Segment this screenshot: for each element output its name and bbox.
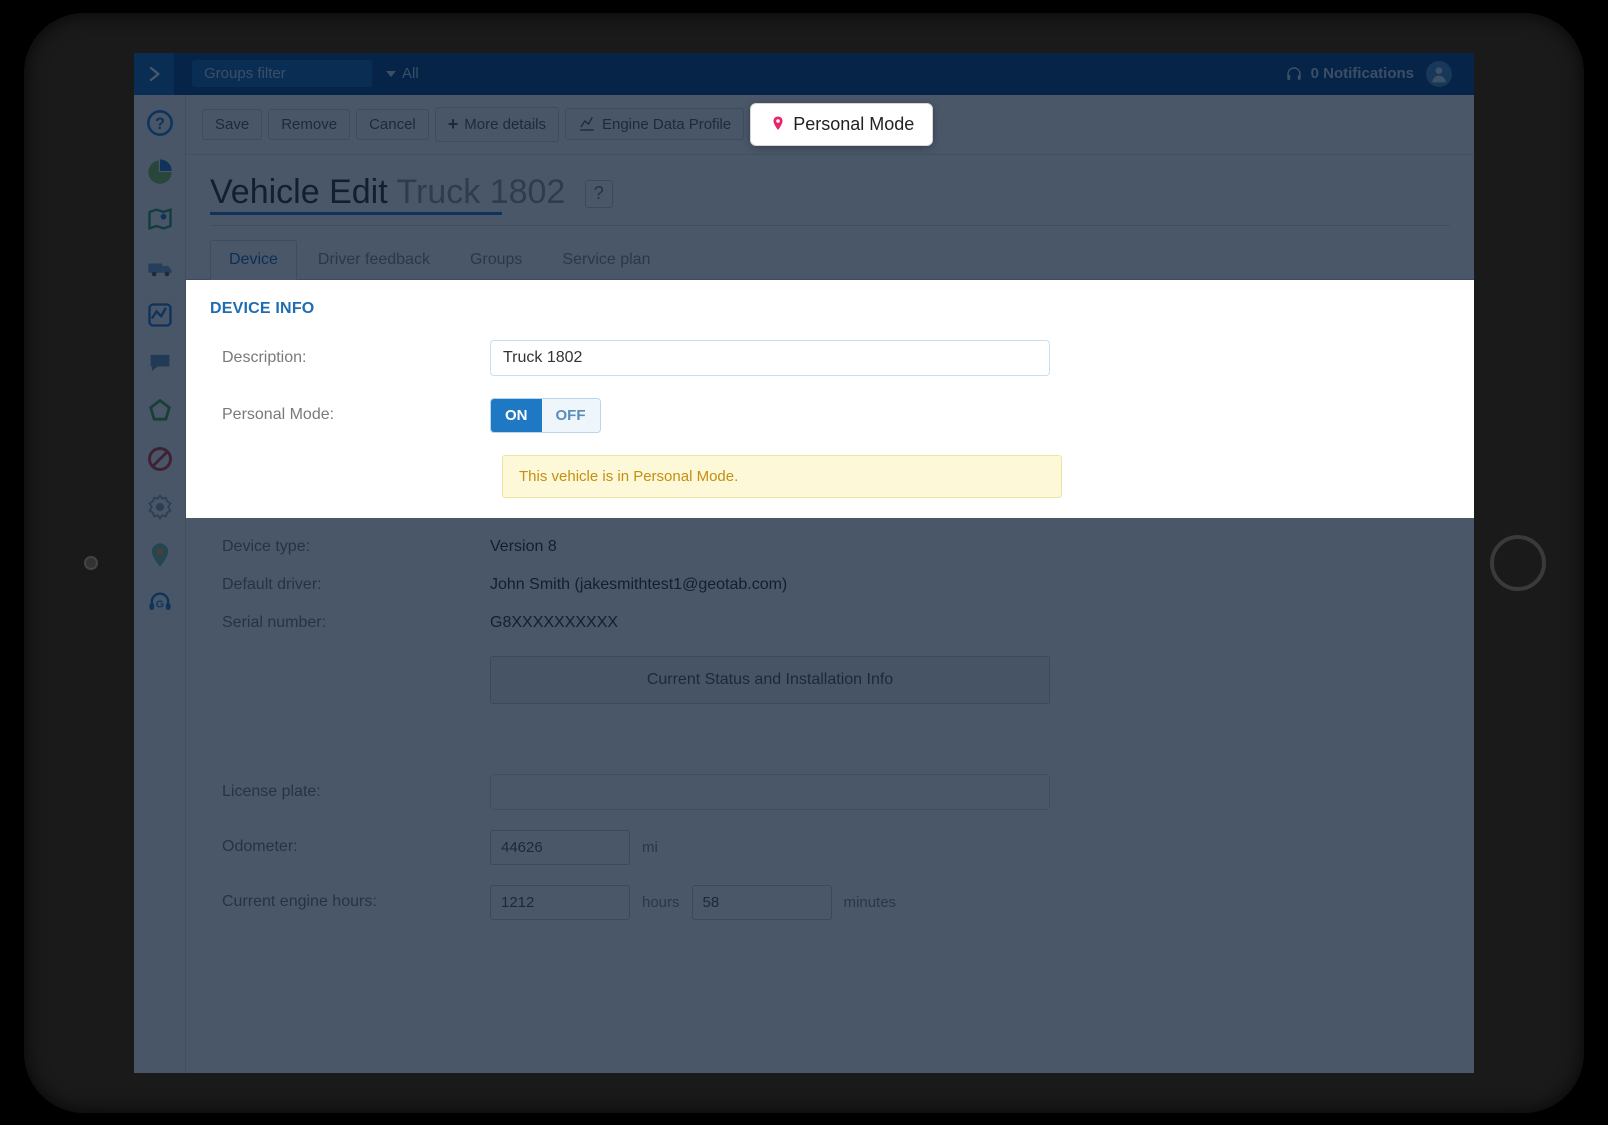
- tab-service-plan[interactable]: Service plan: [543, 240, 669, 280]
- chat-icon: [146, 349, 174, 377]
- tab-device[interactable]: Device: [210, 240, 297, 280]
- personal-mode-button[interactable]: Personal Mode: [750, 103, 933, 146]
- personal-mode-label: Personal Mode:: [210, 406, 490, 424]
- headset-g-icon: G: [146, 589, 174, 617]
- notifications-label: 0 Notifications: [1311, 65, 1414, 82]
- personal-mode-toggle[interactable]: ON OFF: [490, 398, 601, 433]
- device-type-value: Version 8: [490, 538, 557, 556]
- license-plate-label: License plate:: [210, 783, 490, 801]
- minutes-unit: minutes: [844, 894, 897, 911]
- device-info-panel: DEVICE INFO Description: Personal Mode: …: [186, 280, 1474, 518]
- map-pin-icon: [769, 115, 787, 133]
- groups-all-label: All: [402, 65, 419, 82]
- groups-filter-input[interactable]: Groups filter: [192, 60, 372, 87]
- chevron-right-icon: [145, 65, 163, 83]
- current-status-button[interactable]: Current Status and Installation Info: [490, 656, 1050, 704]
- tab-groups[interactable]: Groups: [451, 240, 541, 280]
- description-label: Description:: [210, 349, 490, 367]
- engine-data-label: Engine Data Profile: [602, 116, 731, 133]
- license-plate-input[interactable]: [490, 774, 1050, 810]
- page-title-help-button[interactable]: ?: [585, 180, 613, 208]
- user-avatar[interactable]: [1426, 61, 1452, 87]
- toggle-off[interactable]: OFF: [542, 399, 600, 432]
- sidebar-item-support[interactable]: G: [134, 579, 185, 627]
- odometer-label: Odometer:: [210, 838, 490, 856]
- sidebar-item-marketplace[interactable]: [134, 531, 185, 579]
- serial-number-value: G8XXXXXXXXXX: [490, 614, 618, 632]
- sidebar-item-settings[interactable]: [134, 483, 185, 531]
- page-title: Vehicle Edit Truck 1802 ?: [186, 155, 1474, 212]
- title-underline-accent: [210, 212, 502, 215]
- headset-icon: [1285, 65, 1303, 83]
- more-details-button[interactable]: + More details: [435, 107, 559, 142]
- engine-hours-label: Current engine hours:: [210, 893, 490, 911]
- tab-driver-feedback[interactable]: Driver feedback: [299, 240, 449, 280]
- engine-hours-input[interactable]: [490, 885, 630, 920]
- default-driver-value: John Smith (jakesmithtest1@geotab.com): [490, 576, 787, 594]
- left-sidebar: ?: [134, 95, 186, 1073]
- odometer-unit: mi: [642, 839, 658, 856]
- svg-text:G: G: [155, 598, 163, 610]
- svg-text:?: ?: [155, 114, 165, 132]
- sidebar-item-activity[interactable]: [134, 291, 185, 339]
- save-button[interactable]: Save: [202, 109, 262, 140]
- polygon-icon: [146, 397, 174, 425]
- front-camera: [84, 556, 98, 570]
- device-info-dimmed: Device type: Version 8 Default driver: J…: [186, 538, 1474, 920]
- sidebar-item-rules[interactable]: [134, 435, 185, 483]
- description-input[interactable]: [490, 340, 1050, 376]
- device-type-label: Device type:: [210, 538, 490, 556]
- sidebar-item-map[interactable]: [134, 195, 185, 243]
- map-icon: [146, 205, 174, 233]
- action-toolbar: Save Remove Cancel + More details Engine…: [186, 95, 1474, 155]
- help-circle-icon: ?: [146, 109, 174, 137]
- notifications-button[interactable]: 0 Notifications: [1285, 65, 1414, 83]
- home-button[interactable]: [1490, 535, 1546, 591]
- truck-icon: [146, 253, 174, 281]
- serial-number-label: Serial number:: [210, 614, 490, 632]
- engine-data-button[interactable]: Engine Data Profile: [565, 108, 744, 140]
- sidebar-item-chat[interactable]: [134, 339, 185, 387]
- top-bar: Groups filter All 0 Notifications: [134, 53, 1474, 95]
- default-driver-label: Default driver:: [210, 576, 490, 594]
- more-details-label: More details: [464, 116, 546, 133]
- map-pin-multi-icon: [146, 541, 174, 569]
- chevron-down-icon: [386, 71, 396, 77]
- sidebar-item-dashboard[interactable]: [134, 147, 185, 195]
- activity-icon: [146, 301, 174, 329]
- groups-all-dropdown[interactable]: All: [386, 65, 419, 82]
- plus-icon: +: [448, 114, 459, 135]
- personal-mode-label: Personal Mode: [793, 114, 914, 135]
- odometer-input[interactable]: [490, 830, 630, 865]
- sidebar-item-zones[interactable]: [134, 387, 185, 435]
- prohibited-icon: [146, 445, 174, 473]
- expand-sidebar-button[interactable]: [134, 53, 174, 95]
- sidebar-item-help[interactable]: ?: [134, 99, 185, 147]
- engine-minutes-input[interactable]: [692, 885, 832, 920]
- pie-chart-icon: [146, 157, 174, 185]
- remove-button[interactable]: Remove: [268, 109, 350, 140]
- hours-unit: hours: [642, 894, 680, 911]
- app-screen: Groups filter All 0 Notifications ?: [134, 53, 1474, 1073]
- sidebar-item-vehicles[interactable]: [134, 243, 185, 291]
- personal-mode-note: This vehicle is in Personal Mode.: [502, 455, 1062, 498]
- device-info-heading: DEVICE INFO: [210, 300, 1450, 318]
- chart-line-icon: [578, 115, 596, 133]
- page-title-sub: Truck 1802: [397, 173, 566, 211]
- main-content: Save Remove Cancel + More details Engine…: [186, 95, 1474, 1073]
- gear-icon: [146, 493, 174, 521]
- person-icon: [1429, 64, 1449, 84]
- page-title-text: Vehicle Edit: [210, 173, 397, 211]
- tablet-frame: Groups filter All 0 Notifications ?: [24, 13, 1584, 1113]
- toggle-on[interactable]: ON: [491, 399, 542, 432]
- cancel-button[interactable]: Cancel: [356, 109, 429, 140]
- tabs: Device Driver feedback Groups Service pl…: [186, 226, 1474, 280]
